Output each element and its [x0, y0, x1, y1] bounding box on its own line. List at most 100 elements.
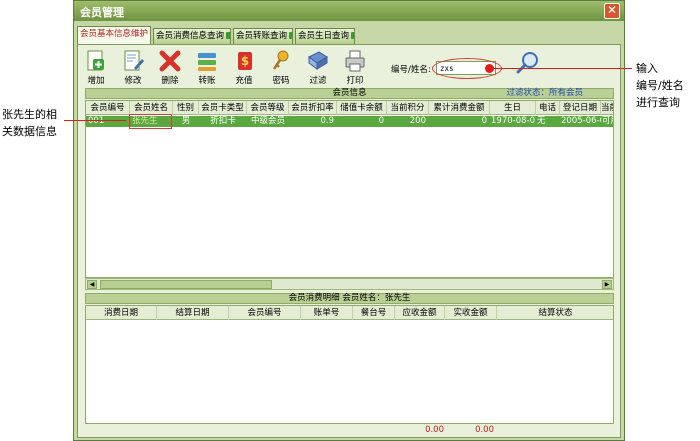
cell-card-type: 折扣卡 — [210, 116, 236, 126]
member-grid-hscrollbar[interactable]: ◀ ▶ — [85, 278, 614, 290]
right-annotation: 输入 编号/姓名 进行查询 — [636, 60, 684, 111]
col-header[interactable]: 餐台号 — [353, 306, 395, 320]
left-callout-line — [64, 120, 126, 121]
password-button-label: 密码 — [272, 76, 290, 86]
scroll-right-arrow[interactable]: ▶ — [602, 280, 612, 289]
member-management-window: 会员管理 ✕ 会员基本信息维护 会员消费信息查询 会员转账查询 会员生日查询 增… — [73, 0, 625, 441]
col-header[interactable]: 电话 — [536, 101, 560, 115]
close-icon: ✕ — [606, 3, 618, 17]
cell-level: 中级会员 — [250, 116, 285, 126]
recharge-button[interactable]: $ 充值 — [229, 49, 259, 86]
password-button[interactable]: 密码 — [266, 49, 296, 86]
col-header[interactable]: 消费日期 — [86, 306, 157, 320]
search-button[interactable] — [516, 51, 540, 75]
col-header[interactable]: 结算状态 — [497, 306, 613, 320]
total-receivable: 0.00 — [425, 425, 444, 435]
title-bar[interactable]: 会员管理 ✕ — [74, 1, 624, 21]
member-info-title: 会员信息 — [332, 88, 367, 98]
print-button-label: 打印 — [346, 76, 364, 86]
col-header[interactable]: 会员姓名 — [130, 101, 173, 115]
tab-panel: 增加 修改 删除 转账 $ 充值 密码 过滤 打印 编号/姓名: zxs 会员信… — [77, 44, 621, 438]
cell-register-date: 2005-06-01 — [561, 116, 601, 126]
tab-transfer-query[interactable]: 会员转账查询 — [233, 28, 293, 44]
cell-birthday: 1970-08-01 — [491, 116, 536, 126]
delete-button[interactable]: 删除 — [155, 49, 185, 86]
tab-consume-query[interactable]: 会员消费信息查询 — [153, 28, 231, 44]
add-icon — [87, 50, 104, 71]
col-header[interactable]: 会员编号 — [229, 306, 301, 320]
consume-detail-header: 会员消费明细 会员姓名：张先生 — [85, 293, 614, 304]
edit-button[interactable]: 修改 — [118, 49, 148, 86]
tab-icon — [226, 32, 230, 39]
delete-icon — [159, 50, 181, 72]
filter-button[interactable]: 过滤 — [303, 49, 333, 86]
key-icon — [272, 50, 289, 70]
window-title: 会员管理 — [80, 6, 124, 19]
right-callout-dot — [485, 64, 494, 73]
consume-detail-title: 会员消费明细 会员姓名：张先生 — [288, 293, 411, 303]
print-button[interactable]: 打印 — [340, 49, 370, 86]
tab-label: 会员转账查询 — [236, 31, 288, 41]
cell-status: 可用 — [602, 116, 613, 126]
tab-icon — [289, 32, 292, 39]
consume-detail-grid[interactable]: 消费日期 结算日期 会员编号 账单号 餐台号 应收金额 实收金额 结算状态 — [85, 305, 614, 424]
member-info-grid-header: 会员编号 会员姓名 性别 会员卡类型 会员等级 会员折扣率 储值卡余额 当前积分… — [86, 101, 613, 115]
tab-label: 会员消费信息查询 — [156, 31, 225, 41]
scroll-left-arrow[interactable]: ◀ — [87, 280, 97, 289]
print-icon — [345, 50, 365, 72]
col-header[interactable]: 累计消费金额 — [429, 101, 490, 115]
consume-grid-header: 消费日期 结算日期 会员编号 账单号 餐台号 应收金额 实收金额 结算状态 — [86, 306, 613, 320]
cell-points: 200 — [409, 116, 426, 126]
cell-gender: 男 — [181, 116, 191, 126]
col-header[interactable]: 会员卡类型 — [199, 101, 247, 115]
col-header[interactable]: 当前 — [601, 101, 613, 115]
transfer-icon — [198, 53, 216, 71]
col-header[interactable]: 会员等级 — [247, 101, 289, 115]
member-info-header: 会员信息 过滤状态：所有会员 — [85, 88, 614, 99]
annotation-line: 张先生的相 — [2, 108, 57, 121]
col-header[interactable]: 实收金额 — [445, 306, 497, 320]
edit-button-label: 修改 — [124, 76, 142, 86]
cell-member-name: 张先生 — [132, 116, 158, 126]
col-header[interactable]: 账单号 — [301, 306, 353, 320]
tab-label: 会员基本信息维护 — [80, 29, 149, 39]
cell-balance: 0 — [378, 116, 384, 126]
cell-member-id: 001 — [88, 116, 105, 126]
right-callout-line — [490, 68, 632, 69]
add-button-label: 增加 — [87, 76, 105, 86]
close-button[interactable]: ✕ — [604, 3, 620, 19]
col-header[interactable]: 登记日期 — [560, 101, 601, 115]
col-header[interactable]: 应收金额 — [395, 306, 445, 320]
cell-total-spent: 0 — [481, 116, 487, 126]
search-label: 编号/姓名: — [391, 65, 431, 75]
col-header[interactable]: 会员折扣率 — [289, 101, 337, 115]
transfer-button-label: 转账 — [198, 76, 216, 86]
magnifier-icon — [516, 52, 538, 74]
tab-basic-info[interactable]: 会员基本信息维护 — [77, 26, 151, 44]
recharge-icon: $ — [238, 52, 252, 70]
annotation-line: 关数据信息 — [2, 125, 57, 138]
annotation-line: 输入 — [636, 62, 658, 75]
col-header[interactable]: 储值卡余额 — [337, 101, 387, 115]
col-header[interactable]: 性别 — [173, 101, 199, 115]
transfer-button[interactable]: 转账 — [192, 49, 222, 86]
filter-icon — [308, 51, 328, 70]
col-header[interactable]: 结算日期 — [157, 306, 229, 320]
filter-status: 过滤状态：所有会员 — [506, 88, 583, 98]
member-info-grid[interactable]: 会员编号 会员姓名 性别 会员卡类型 会员等级 会员折扣率 储值卡余额 当前积分… — [85, 100, 614, 278]
col-header[interactable]: 生日 — [490, 101, 536, 115]
edit-icon — [124, 50, 144, 71]
col-header[interactable]: 会员编号 — [86, 101, 130, 115]
total-received: 0.00 — [475, 425, 494, 435]
annotation-line: 编号/姓名 — [636, 79, 684, 92]
tab-icon — [351, 32, 354, 39]
scroll-thumb[interactable] — [100, 280, 272, 289]
svg-text:$: $ — [241, 54, 249, 68]
cell-discount: 0.9 — [320, 116, 334, 126]
left-annotation: 张先生的相 关数据信息 — [2, 106, 57, 140]
cell-phone: 无 — [537, 116, 546, 126]
table-row[interactable]: 001 张先生 男 折扣卡 中级会员 0.9 0 200 0 1970-08-0… — [86, 116, 613, 127]
add-button[interactable]: 增加 — [81, 49, 111, 86]
tab-birthday-query[interactable]: 会员生日查询 — [295, 28, 355, 44]
col-header[interactable]: 当前积分 — [387, 101, 429, 115]
